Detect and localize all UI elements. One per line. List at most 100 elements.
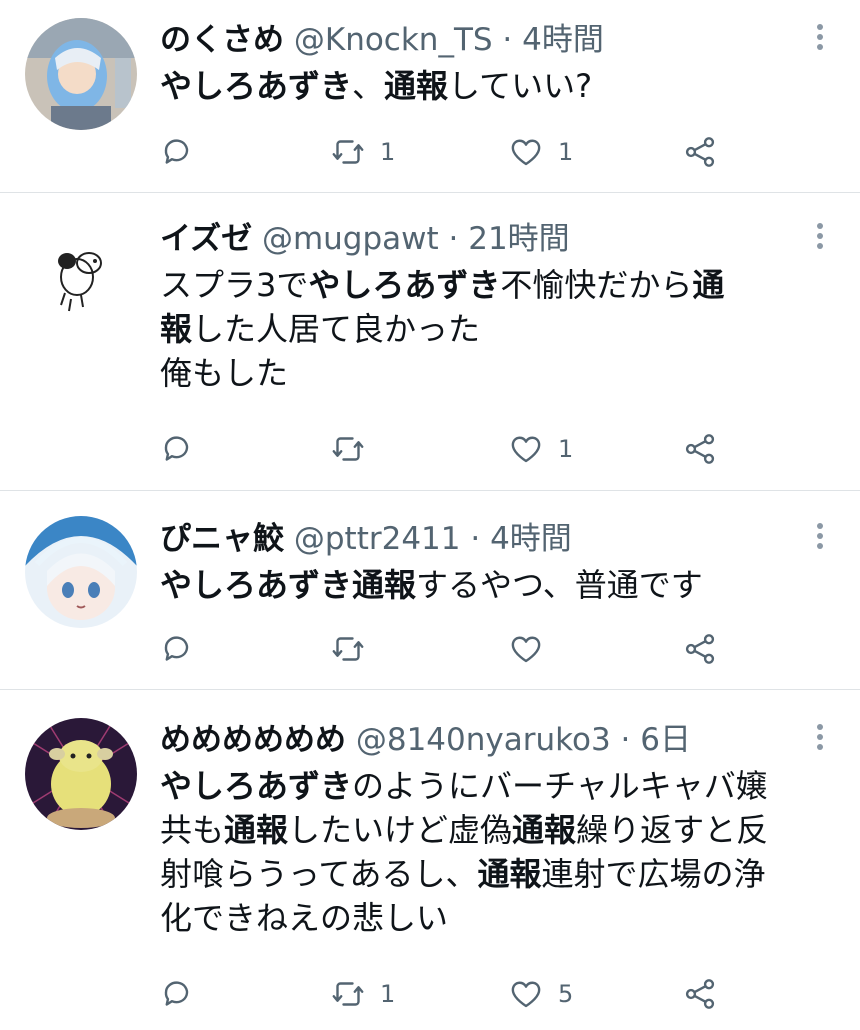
tweet-text-line: 射喰らうってあるし、通報連射で広場の浄 (160, 852, 815, 896)
username[interactable]: @Knockn_TS (294, 22, 493, 58)
timestamp[interactable]: 4時間 (490, 521, 572, 557)
tweet-text-line: 報した人居て良かった (160, 307, 815, 351)
text-run: していい? (448, 67, 593, 105)
reply-button[interactable] (160, 130, 210, 174)
more-icon[interactable] (814, 523, 826, 553)
highlighted-keyword: やしろあずき (308, 266, 501, 304)
tweet-text-line: スプラ3でやしろあずき不愉快だから通 (160, 263, 815, 307)
reply-button[interactable] (160, 972, 210, 1016)
display-name[interactable]: のくさめ (160, 22, 284, 58)
share-button[interactable] (682, 427, 718, 471)
timeline: のくさめ @Knockn_TS · 4時間 やしろあずき、通報していい? 1 1 (0, 0, 860, 1030)
tweet[interactable]: イズゼ @mugpawt · 21時間 スプラ3でやしろあずき不愉快だから通 報し… (0, 193, 860, 490)
text-run: するやつ、普通です (416, 566, 703, 604)
tweet-header: のくさめ @Knockn_TS · 4時間 (160, 18, 815, 62)
tweet-text-line: 共も通報したいけど虚偽通報繰り返すと反 (160, 808, 815, 852)
tweet-actions: 1 (160, 427, 780, 471)
text-run: 不愉快だから (500, 266, 693, 304)
share-icon (685, 634, 715, 664)
highlighted-keyword: 通報 (224, 811, 289, 849)
reply-button[interactable] (160, 427, 210, 471)
tweet-content: イズゼ @mugpawt · 21時間 スプラ3でやしろあずき不愉快だから通 報し… (160, 217, 815, 395)
like-button[interactable]: 5 (508, 972, 573, 1016)
text-run: 化できねえの悲しい (160, 899, 449, 937)
tweet-text: やしろあずき、通報していい? (160, 64, 815, 108)
separator: · (470, 521, 481, 557)
like-count: 1 (558, 138, 574, 166)
retweet-count: 1 (380, 980, 396, 1008)
text-run: 射喰らうってあるし、 (160, 855, 478, 893)
highlighted-keyword: 報 (160, 310, 193, 348)
text-run: したいけど虚偽 (288, 811, 513, 849)
avatar-image (25, 215, 137, 327)
timestamp[interactable]: 21時間 (468, 221, 569, 257)
timestamp[interactable]: 4時間 (522, 22, 604, 58)
username[interactable]: @8140nyaruko3 (356, 722, 611, 758)
highlighted-keyword: やしろあずき (160, 566, 353, 604)
heart-icon (511, 981, 541, 1008)
separator: · (620, 722, 631, 758)
text-run: 連射で広場の浄 (541, 855, 766, 893)
like-count: 5 (558, 980, 574, 1008)
like-count: 1 (558, 435, 574, 463)
separator: · (448, 221, 459, 257)
retweet-button[interactable] (330, 627, 380, 671)
username[interactable]: @mugpawt (262, 221, 439, 257)
tweet-header: めめめめめめ @8140nyaruko3 · 6日 (160, 718, 815, 762)
retweet-count: 1 (380, 138, 396, 166)
display-name[interactable]: イズゼ (160, 221, 252, 257)
tweet-content: のくさめ @Knockn_TS · 4時間 やしろあずき、通報していい? (160, 18, 815, 108)
avatar[interactable] (25, 516, 137, 628)
heart-icon (511, 139, 541, 166)
reply-button[interactable] (160, 627, 210, 671)
share-button[interactable] (682, 130, 718, 174)
tweet-text-line: やしろあずき通報するやつ、普通です (160, 563, 815, 607)
heart-icon (511, 636, 541, 663)
avatar[interactable] (25, 18, 137, 130)
highlighted-keyword: 通報 (512, 811, 577, 849)
share-button[interactable] (682, 972, 718, 1016)
tweet[interactable]: めめめめめめ @8140nyaruko3 · 6日 やしろあずきのようにバーチャ… (0, 690, 860, 1030)
retweet-button[interactable] (330, 427, 380, 471)
more-icon[interactable] (814, 724, 826, 754)
share-icon (685, 434, 715, 464)
tweet-content: めめめめめめ @8140nyaruko3 · 6日 やしろあずきのようにバーチャ… (160, 718, 815, 940)
reply-icon (164, 981, 189, 1006)
display-name[interactable]: ぴニャ鮫 (160, 521, 284, 557)
share-icon (685, 979, 715, 1009)
avatar-image (25, 516, 137, 628)
like-button[interactable]: 1 (508, 427, 573, 471)
heart-icon (511, 436, 541, 463)
tweet-text: スプラ3でやしろあずき不愉快だから通 報した人居て良かった 俺もした (160, 263, 815, 395)
more-icon[interactable] (814, 24, 826, 54)
retweet-icon (332, 982, 364, 1006)
tweet-actions: 1 1 (160, 130, 780, 174)
like-button[interactable]: 1 (508, 130, 573, 174)
retweet-button[interactable]: 1 (330, 130, 395, 174)
tweet-actions (160, 627, 780, 671)
share-button[interactable] (682, 627, 718, 671)
text-run: 俺もした (160, 354, 289, 392)
tweet[interactable]: のくさめ @Knockn_TS · 4時間 やしろあずき、通報していい? 1 1 (0, 0, 860, 192)
reply-icon (164, 436, 189, 461)
tweet-content: ぴニャ鮫 @pttr2411 · 4時間 やしろあずき通報するやつ、普通です (160, 517, 815, 607)
username[interactable]: @pttr2411 (294, 521, 461, 557)
highlighted-keyword: 通報 (477, 855, 542, 893)
tweet-text-line: やしろあずき、通報していい? (160, 64, 815, 108)
like-button[interactable] (508, 627, 558, 671)
timestamp[interactable]: 6日 (640, 722, 691, 758)
tweet[interactable]: ぴニャ鮫 @pttr2411 · 4時間 やしろあずき通報するやつ、普通です (0, 491, 860, 689)
avatar[interactable] (25, 718, 137, 830)
display-name[interactable]: めめめめめめ (160, 722, 346, 758)
text-run: のようにバーチャルキャバ嬢 (352, 767, 768, 805)
highlighted-keyword: 通報 (384, 67, 449, 105)
text-run: 共も (160, 811, 225, 849)
retweet-button[interactable]: 1 (330, 972, 395, 1016)
retweet-icon (332, 437, 364, 461)
avatar[interactable] (25, 215, 137, 327)
separator: · (502, 22, 513, 58)
tweet-text: やしろあずきのようにバーチャルキャバ嬢 共も通報したいけど虚偽通報繰り返すと反 射喰… (160, 764, 815, 940)
more-icon[interactable] (814, 223, 826, 253)
highlighted-keyword: 通報 (352, 566, 417, 604)
avatar-image (25, 718, 137, 830)
